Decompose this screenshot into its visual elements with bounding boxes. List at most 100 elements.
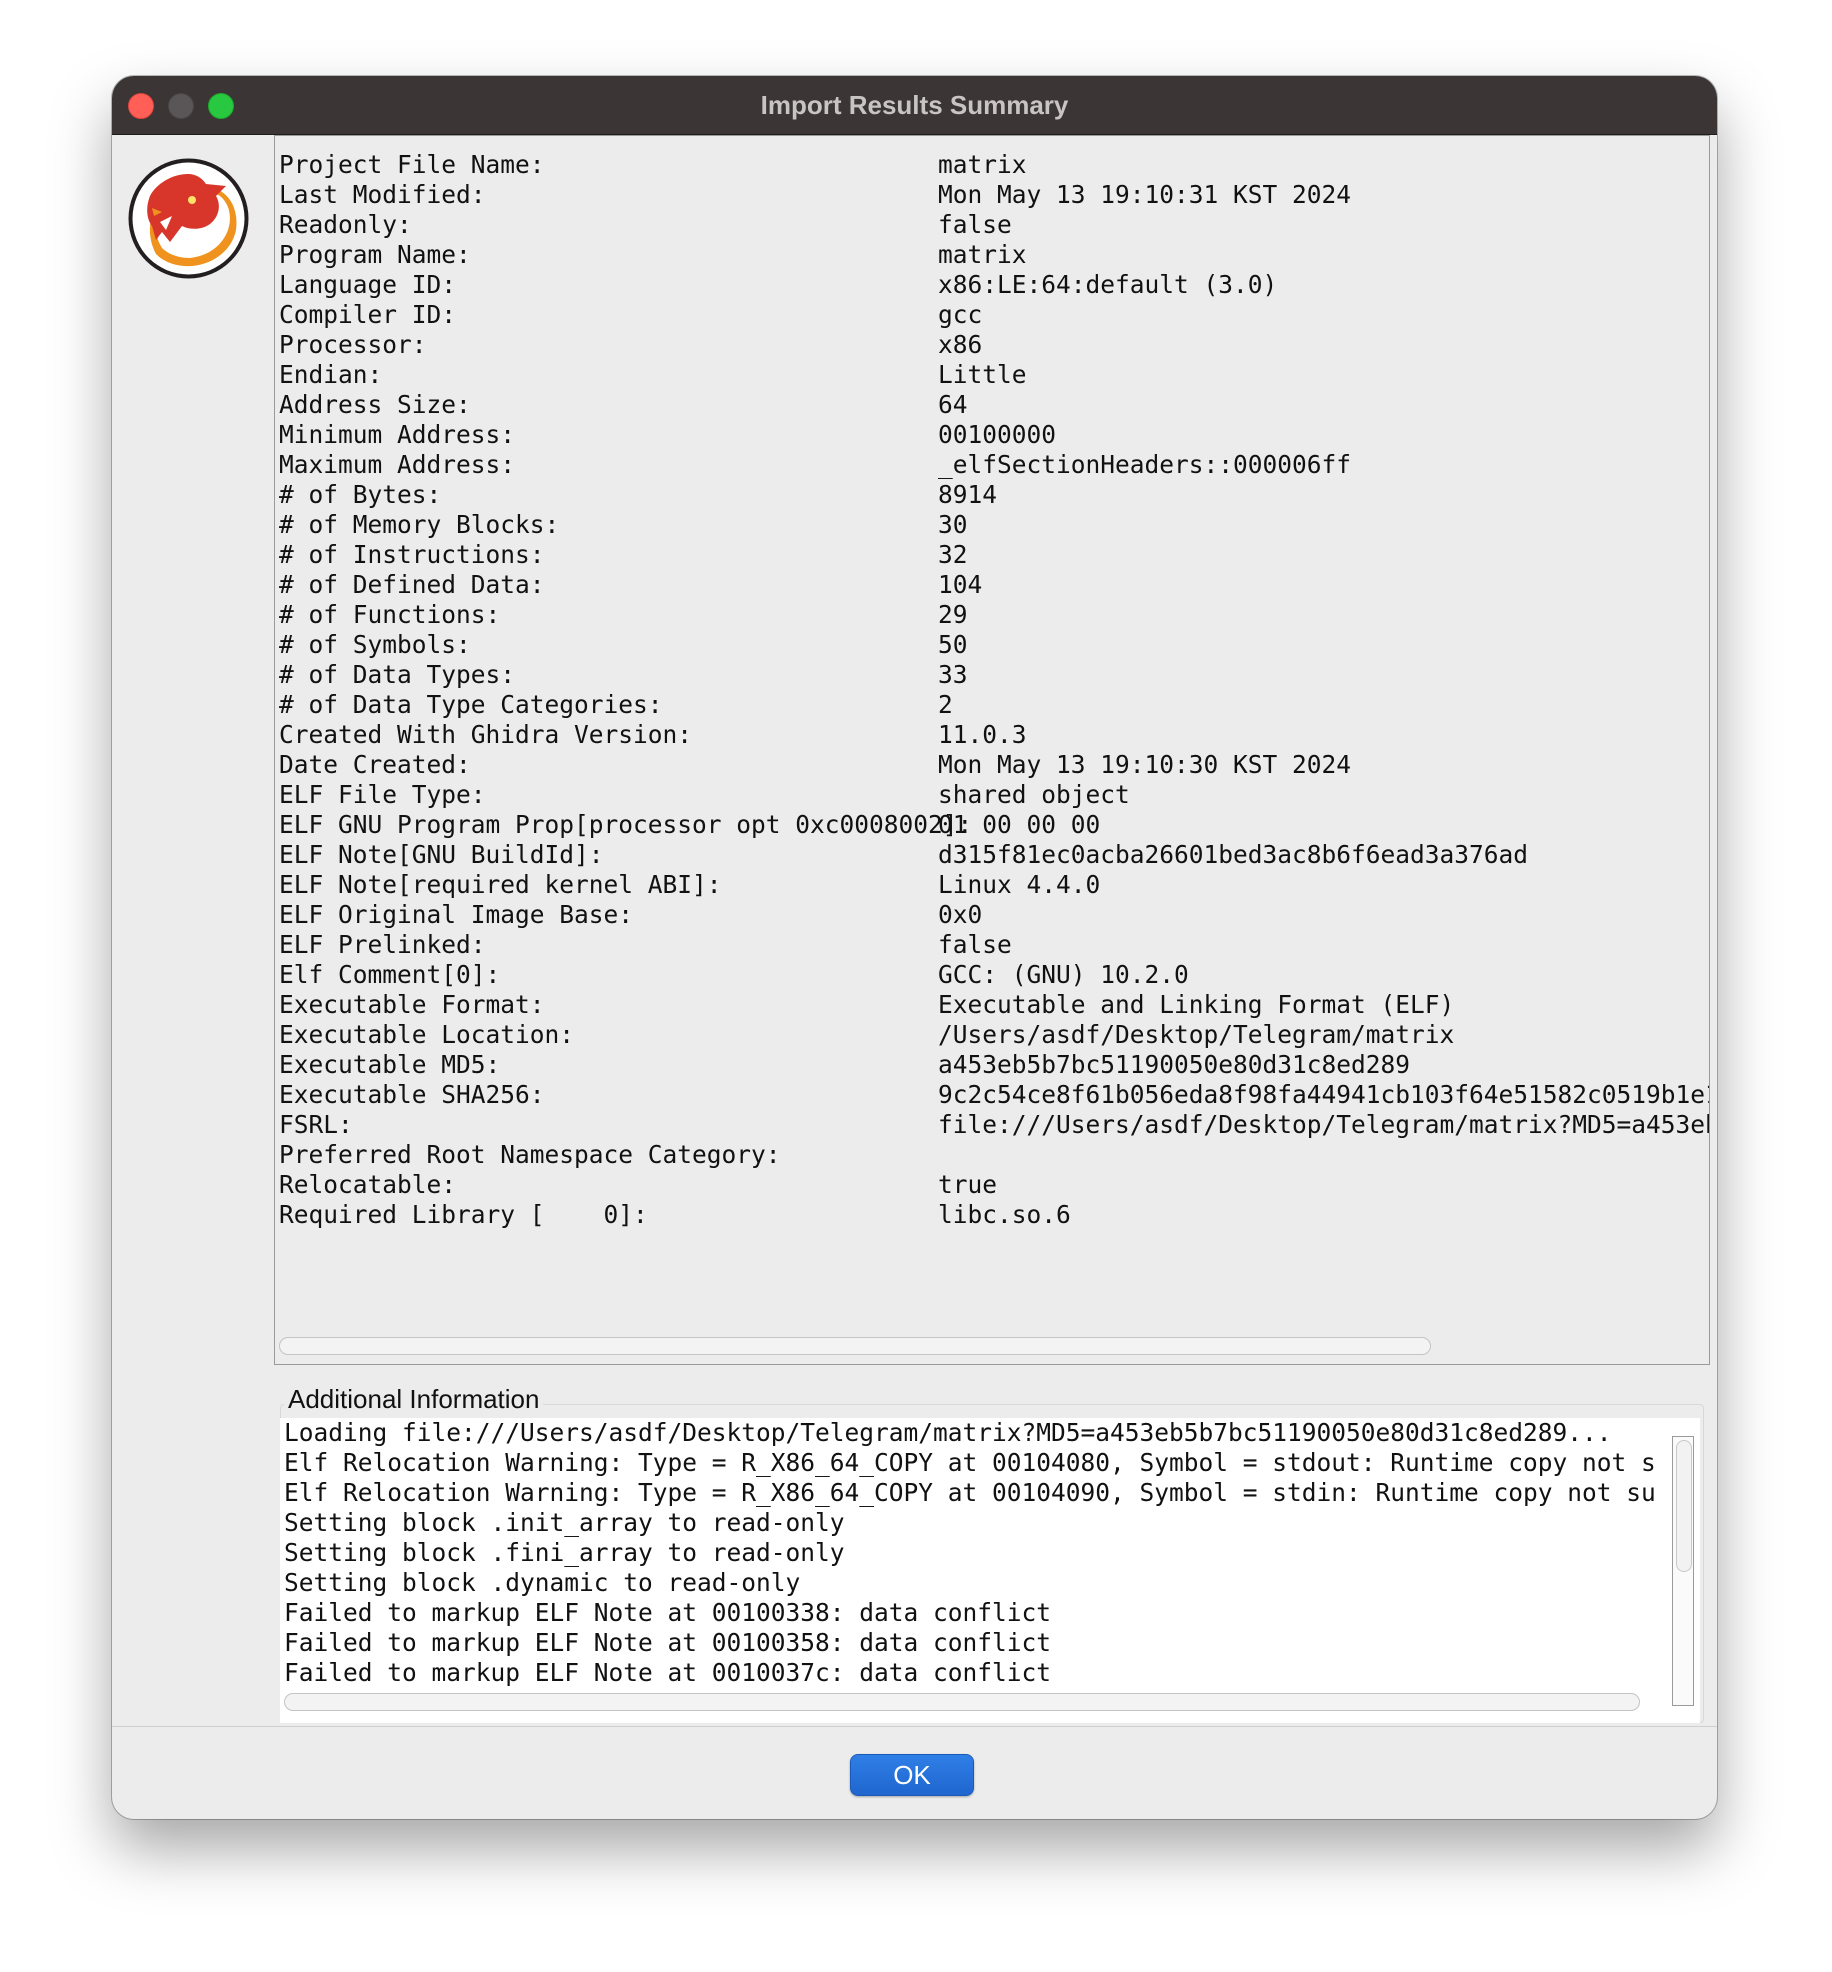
summary-value: shared object bbox=[938, 780, 1130, 809]
log-line: Failed to markup ELF Note at 00100358: d… bbox=[284, 1628, 1052, 1657]
log-vertical-scrollbar-thumb[interactable] bbox=[1676, 1440, 1692, 1572]
log-line: Setting block .dynamic to read-only bbox=[284, 1568, 801, 1597]
summary-value: 8914 bbox=[938, 480, 998, 509]
summary-value: 32 bbox=[938, 540, 968, 569]
ghidra-dragon-icon bbox=[126, 156, 251, 281]
summary-value: 33 bbox=[938, 660, 968, 689]
summary-value: 104 bbox=[938, 570, 983, 599]
summary-row: # of Symbols: 50 bbox=[279, 630, 1709, 660]
summary-row: # of Data Type Categories: 2 bbox=[279, 690, 1709, 720]
additional-information-label: Additional Information bbox=[284, 1382, 544, 1416]
summary-key: # of Defined Data: bbox=[279, 570, 545, 599]
summary-value: false bbox=[938, 930, 1012, 959]
summary-value: a453eb5b7bc51190050e80d31c8ed289 bbox=[938, 1050, 1411, 1079]
log-line: Loading file:///Users/asdf/Desktop/Teleg… bbox=[284, 1418, 1612, 1447]
summary-row: ELF File Type: shared object bbox=[279, 780, 1709, 810]
summary-row: Readonly: false bbox=[279, 210, 1709, 240]
summary-key: # of Instructions: bbox=[279, 540, 545, 569]
log-line: Failed to markup ELF Note at 0010037c: d… bbox=[284, 1658, 1052, 1687]
log-line: Failed to markup ELF Note at 00100338: d… bbox=[284, 1598, 1052, 1627]
button-bar-divider bbox=[112, 1726, 1717, 1727]
summary-row: ELF GNU Program Prop[processor opt 0xc00… bbox=[279, 810, 1709, 840]
summary-row: Date Created: Mon May 13 19:10:30 KST 202… bbox=[279, 750, 1709, 780]
summary-key: Required Library [ 0]: bbox=[279, 1200, 648, 1229]
summary-key: Minimum Address: bbox=[279, 420, 516, 449]
summary-key: Executable Format: bbox=[279, 990, 545, 1019]
summary-key: # of Functions: bbox=[279, 600, 501, 629]
log-line: Setting block .fini_array to read-only bbox=[284, 1538, 845, 1567]
log-horizontal-scrollbar[interactable] bbox=[284, 1693, 1640, 1711]
summary-row: # of Instructions: 32 bbox=[279, 540, 1709, 570]
summary-row: ELF Original Image Base: 0x0 bbox=[279, 900, 1709, 930]
summary-key: Processor: bbox=[279, 330, 427, 359]
summary-row: # of Memory Blocks: 30 bbox=[279, 510, 1709, 540]
summary-row: FSRL: file:///Users/asdf/Desktop/Telegram… bbox=[279, 1110, 1709, 1140]
summary-value: Executable and Linking Format (ELF) bbox=[938, 990, 1455, 1019]
summary-row: Executable SHA256: 9c2c54ce8f61b056eda8f9… bbox=[279, 1080, 1709, 1110]
summary-row: Preferred Root Namespace Category: bbox=[279, 1140, 1709, 1170]
summary-row: Elf Comment[0]: GCC: (GNU) 10.2.0 bbox=[279, 960, 1709, 990]
summary-row: Last Modified: Mon May 13 19:10:31 KST 20… bbox=[279, 180, 1709, 210]
summary-value: 9c2c54ce8f61b056eda8f98fa44941cb103f64e5… bbox=[938, 1080, 1709, 1109]
summary-row: Relocatable: true bbox=[279, 1170, 1709, 1200]
log-line: Elf Relocation Warning: Type = R_X86_64_… bbox=[284, 1478, 1658, 1507]
summary-key: ELF Note[required kernel ABI]: bbox=[279, 870, 722, 899]
summary-row: Program Name: matrix bbox=[279, 240, 1709, 270]
summary-value: /Users/asdf/Desktop/Telegram/matrix bbox=[938, 1020, 1455, 1049]
summary-key: Elf Comment[0]: bbox=[279, 960, 501, 989]
summary-row: ELF Note[GNU BuildId]: d315f81ec0acba2660… bbox=[279, 840, 1709, 870]
window-title: Import Results Summary bbox=[760, 90, 1069, 120]
summary-list: Project File Name: matrix Last Modified: Mo… bbox=[279, 150, 1709, 1230]
summary-key: # of Symbols: bbox=[279, 630, 471, 659]
log-vertical-scrollbar[interactable] bbox=[1672, 1436, 1694, 1706]
summary-value: 11.0.3 bbox=[938, 720, 1027, 749]
ok-button[interactable]: OK bbox=[850, 1754, 974, 1796]
summary-row: ELF Note[required kernel ABI]: Linux 4.4.… bbox=[279, 870, 1709, 900]
summary-row: Minimum Address: 00100000 bbox=[279, 420, 1709, 450]
log-lines: Loading file:///Users/asdf/Desktop/Teleg… bbox=[284, 1418, 1658, 1688]
summary-key: Last Modified: bbox=[279, 180, 486, 209]
summary-key: # of Data Type Categories: bbox=[279, 690, 663, 719]
summary-panel: Project File Name: matrix Last Modified: Mo… bbox=[274, 135, 1710, 1365]
summary-row: Address Size: 64 bbox=[279, 390, 1709, 420]
summary-row: Endian: Little bbox=[279, 360, 1709, 390]
summary-key: Executable Location: bbox=[279, 1020, 575, 1049]
summary-row: # of Bytes: 8914 bbox=[279, 480, 1709, 510]
summary-horizontal-scrollbar[interactable] bbox=[279, 1337, 1431, 1355]
summary-row: # of Defined Data: 104 bbox=[279, 570, 1709, 600]
summary-value: 0x0 bbox=[938, 900, 983, 929]
log-line: Setting block .init_array to read-only bbox=[284, 1508, 845, 1537]
summary-row: Language ID: x86:LE:64:default (3.0) bbox=[279, 270, 1709, 300]
summary-key: Program Name: bbox=[279, 240, 471, 269]
summary-value: matrix bbox=[938, 150, 1027, 179]
summary-row: Executable Location: /Users/asdf/Desktop/… bbox=[279, 1020, 1709, 1050]
summary-key: Project File Name: bbox=[279, 150, 545, 179]
additional-information-text-area[interactable]: Loading file:///Users/asdf/Desktop/Teleg… bbox=[280, 1418, 1700, 1723]
summary-row: Executable MD5: a453eb5b7bc51190050e80d31… bbox=[279, 1050, 1709, 1080]
summary-row: Maximum Address: _elfSectionHeaders::0000… bbox=[279, 450, 1709, 480]
summary-key: ELF Prelinked: bbox=[279, 930, 486, 959]
summary-key: Executable SHA256: bbox=[279, 1080, 545, 1109]
summary-value: GCC: (GNU) 10.2.0 bbox=[938, 960, 1189, 989]
summary-value: x86:LE:64:default (3.0) bbox=[938, 270, 1278, 299]
summary-key: Address Size: bbox=[279, 390, 471, 419]
summary-key: # of Bytes: bbox=[279, 480, 442, 509]
summary-key: Endian: bbox=[279, 360, 383, 389]
summary-value: Mon May 13 19:10:31 KST 2024 bbox=[938, 180, 1352, 209]
summary-key: Executable MD5: bbox=[279, 1050, 501, 1079]
summary-value: 30 bbox=[938, 510, 968, 539]
summary-value: Mon May 13 19:10:30 KST 2024 bbox=[938, 750, 1352, 779]
summary-value: gcc bbox=[938, 300, 983, 329]
summary-row: Executable Format: Executable and Linking… bbox=[279, 990, 1709, 1020]
summary-value: libc.so.6 bbox=[938, 1200, 1071, 1229]
summary-value: x86 bbox=[938, 330, 983, 359]
summary-row: Created With Ghidra Version: 11.0.3 bbox=[279, 720, 1709, 750]
summary-key: Readonly: bbox=[279, 210, 412, 239]
summary-value: 2 bbox=[938, 690, 953, 719]
summary-key: # of Data Types: bbox=[279, 660, 516, 689]
summary-value: file:///Users/asdf/Desktop/Telegram/matr… bbox=[938, 1110, 1709, 1139]
summary-value: Little bbox=[938, 360, 1027, 389]
summary-key: # of Memory Blocks: bbox=[279, 510, 560, 539]
title-bar[interactable]: Import Results Summary bbox=[112, 76, 1717, 135]
import-results-dialog: Import Results Summary Project File Name… bbox=[112, 76, 1717, 1819]
